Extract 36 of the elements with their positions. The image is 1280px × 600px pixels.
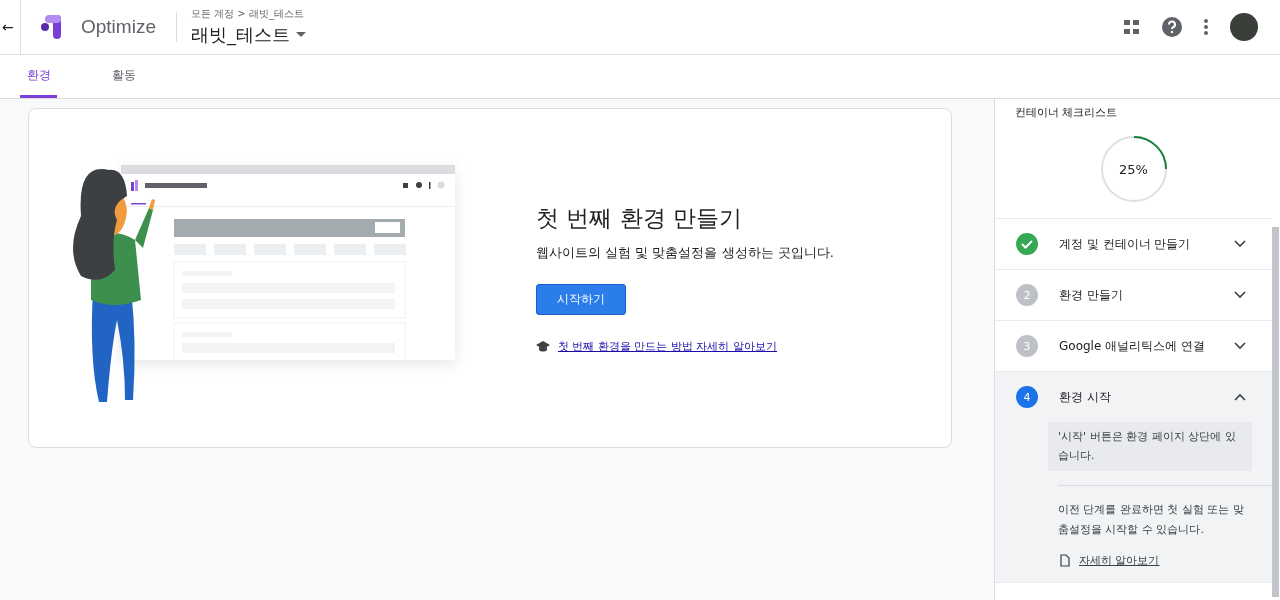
- container-selector[interactable]: 래빗_테스트: [190, 23, 306, 47]
- learn-more-link[interactable]: 첫 번째 환경을 만드는 방법 자세히 알아보기: [558, 338, 777, 354]
- checklist-title: 컨테이너 체크리스트: [1015, 105, 1118, 120]
- back-button[interactable]: ←: [0, 0, 21, 54]
- checklist-step[interactable]: 3 Google 애널리틱스에 연결: [995, 321, 1272, 371]
- step-number: 4: [1016, 386, 1038, 408]
- graduation-cap-icon: [536, 340, 550, 352]
- checklist-step[interactable]: 2 환경 만들기: [995, 270, 1272, 320]
- caret-icon: [295, 32, 306, 38]
- step-number: 2: [1016, 284, 1038, 306]
- account-avatar[interactable]: [1230, 13, 1258, 41]
- apps-grid-icon[interactable]: [1124, 19, 1140, 35]
- empty-state-title: 첫 번째 환경 만들기: [536, 203, 743, 233]
- progress-ring: [1098, 134, 1169, 204]
- progress-percent: 25%: [1119, 161, 1148, 177]
- checklist-step[interactable]: 4 환경 시작: [995, 372, 1272, 422]
- step-description: 이전 단계를 완료하면 첫 실험 또는 맞춤설정을 시작할 수 있습니다.: [1058, 502, 1245, 538]
- check-circle-icon: [1016, 233, 1038, 255]
- chevron-down-icon: [1234, 240, 1246, 248]
- step-note: '시작' 버튼은 환경 페이지 상단에 있습니다.: [1048, 422, 1252, 472]
- chevron-up-icon: [1234, 393, 1246, 401]
- tab[interactable]: 활동: [87, 55, 161, 98]
- tab[interactable]: 환경: [20, 55, 57, 98]
- start-button[interactable]: 시작하기: [536, 283, 626, 315]
- more-vert-icon[interactable]: [1204, 19, 1208, 35]
- document-icon: [1060, 553, 1070, 567]
- learn-more-link[interactable]: 자세히 알아보기: [1079, 552, 1160, 568]
- product-name: Optimize: [81, 16, 156, 38]
- help-icon[interactable]: [1162, 17, 1182, 37]
- empty-state-description: 웹사이트의 실험 및 맞춤설정을 생성하는 곳입니다.: [536, 243, 834, 262]
- breadcrumb[interactable]: 모든 계정 > 래빗_테스트: [190, 7, 306, 21]
- checklist-step[interactable]: 계정 및 컨테이너 만들기: [995, 219, 1272, 269]
- chevron-down-icon: [1234, 291, 1246, 299]
- step-number: 3: [1016, 335, 1038, 357]
- chevron-down-icon: [1234, 342, 1246, 350]
- scrollbar[interactable]: [1272, 227, 1279, 597]
